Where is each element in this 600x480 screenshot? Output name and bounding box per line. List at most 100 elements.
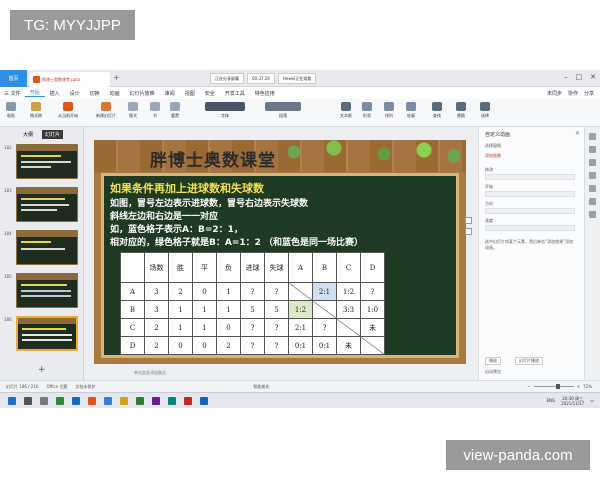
find-button[interactable]: 查找 bbox=[432, 102, 442, 119]
paragraph-group[interactable]: 段落 bbox=[265, 102, 301, 119]
clock[interactable]: 20:30 周三 2021/11/17 bbox=[561, 396, 584, 406]
protection-status[interactable]: 文档未保护 bbox=[75, 384, 95, 390]
tab-home[interactable]: 首页 bbox=[0, 70, 27, 87]
outline-button[interactable]: 轮廓 bbox=[406, 102, 416, 119]
slideshow-button[interactable]: 幻灯片播放 bbox=[515, 357, 543, 365]
side-tool-icon[interactable] bbox=[589, 185, 596, 192]
zoom-slider-handle[interactable] bbox=[555, 384, 560, 389]
replace-button[interactable]: 替换 bbox=[456, 102, 466, 119]
menu-item-transition[interactable]: 切换 bbox=[85, 90, 105, 97]
search-icon[interactable] bbox=[24, 396, 32, 405]
slide-thumbnail[interactable] bbox=[16, 144, 78, 179]
reset-button[interactable]: 重置 bbox=[170, 102, 180, 119]
maximize-icon[interactable]: □ bbox=[576, 73, 583, 81]
slide-text-line[interactable]: 如，蓝色格子表示A：B=2：1， bbox=[110, 222, 243, 235]
slide-text-line[interactable]: 斜线左边和右边是一一对应 bbox=[110, 209, 218, 222]
selection-pane-link[interactable]: 选择窗格 bbox=[485, 143, 501, 149]
menu-item-slideshow[interactable]: 幻灯片放映 bbox=[125, 90, 160, 97]
wps-icon[interactable] bbox=[88, 396, 96, 405]
textbox-button[interactable]: 文本框 bbox=[340, 102, 352, 119]
shape-button[interactable]: 形状 bbox=[362, 102, 372, 119]
table-header-cell: C bbox=[336, 252, 361, 283]
tab-outline[interactable]: 大纲 bbox=[20, 130, 36, 139]
play-animation-button[interactable]: 播放 bbox=[485, 357, 501, 365]
direction-field[interactable] bbox=[485, 208, 575, 214]
modify-field[interactable] bbox=[485, 174, 575, 180]
browser-icon[interactable] bbox=[72, 396, 80, 405]
close-panel-icon[interactable]: ✕ bbox=[575, 130, 580, 137]
table-header-cell: D bbox=[360, 252, 385, 283]
app-icon[interactable] bbox=[136, 396, 144, 405]
meeting-app-icon[interactable] bbox=[200, 396, 208, 405]
font-group[interactable]: 字体 bbox=[205, 102, 245, 119]
side-tool-icon[interactable] bbox=[589, 146, 596, 153]
app-icon[interactable] bbox=[184, 396, 192, 405]
arrange-button[interactable]: 排列 bbox=[384, 102, 394, 119]
scroll-down-icon[interactable] bbox=[465, 228, 472, 235]
menu-item-insert[interactable]: 插入 bbox=[45, 90, 65, 97]
section-button[interactable]: 节 bbox=[150, 102, 160, 119]
app-icon[interactable] bbox=[56, 396, 64, 405]
menu-item-animation[interactable]: 动画 bbox=[105, 90, 125, 97]
share-button[interactable]: 分享 bbox=[584, 90, 594, 97]
start-field[interactable] bbox=[485, 191, 575, 197]
slide-thumbnail[interactable] bbox=[16, 187, 78, 222]
menu-item-view[interactable]: 视图 bbox=[180, 90, 200, 97]
menu-file[interactable]: 三 文件 bbox=[0, 89, 25, 97]
tab-document[interactable]: 胖博士奥数课堂.pptx bbox=[30, 72, 110, 87]
collaborate-button[interactable]: 协作 bbox=[568, 90, 578, 97]
menu-item-devtools[interactable]: 开发工具 bbox=[220, 90, 250, 97]
task-view-icon[interactable] bbox=[40, 396, 48, 405]
app-icon[interactable] bbox=[152, 396, 160, 405]
slide-text-line[interactable]: 如图，冒号左边表示进球数，冒号右边表示失球数 bbox=[110, 196, 308, 209]
slide-title[interactable]: 胖博士奥数课堂 bbox=[150, 146, 276, 171]
meeting-status[interactable]: 正在分享屏幕 bbox=[210, 73, 244, 84]
app-icon[interactable] bbox=[168, 396, 176, 405]
select-button[interactable]: 选择 bbox=[480, 102, 490, 119]
side-tool-icon[interactable] bbox=[589, 159, 596, 166]
speed-field[interactable] bbox=[485, 225, 575, 231]
side-tool-icon[interactable] bbox=[589, 172, 596, 179]
add-effect-button[interactable]: 添加效果 bbox=[485, 153, 501, 159]
play-from-current-button[interactable]: 从当前开始 bbox=[58, 102, 78, 119]
slide-text-line[interactable]: 相对应的，绿色格子就是B：A=1：2 （和蓝色是同一场比赛） bbox=[110, 235, 363, 248]
side-tool-icon[interactable] bbox=[589, 198, 596, 205]
start-menu-icon[interactable] bbox=[8, 396, 16, 405]
menu-item-features[interactable]: 特色应用 bbox=[250, 90, 280, 97]
zoom-in-icon[interactable]: + bbox=[577, 384, 580, 389]
menu-item-design[interactable]: 设计 bbox=[65, 90, 85, 97]
zoom-slider[interactable] bbox=[533, 384, 574, 389]
close-icon[interactable]: ✕ bbox=[590, 73, 596, 81]
slide-thumbnail[interactable] bbox=[16, 230, 78, 265]
side-tool-icon[interactable] bbox=[589, 211, 596, 218]
notes-pane[interactable]: 单击此处添加备注 bbox=[84, 370, 478, 380]
score-table[interactable]: 场数 胜 平 负 进球 失球 A B C D A 3 2 0 1 ? ? 2:1… bbox=[120, 252, 385, 355]
folder-icon[interactable] bbox=[120, 396, 128, 405]
menu-item-security[interactable]: 安全 bbox=[200, 90, 220, 97]
zoom-out-icon[interactable]: − bbox=[527, 384, 530, 389]
notification-icon[interactable]: ▭ bbox=[590, 398, 594, 403]
sync-status[interactable]: 未同步 bbox=[547, 90, 562, 97]
tab-slides[interactable]: 幻灯片 bbox=[42, 129, 64, 139]
tab-document-label: 胖博士奥数课堂.pptx bbox=[42, 76, 81, 82]
menu-item-review[interactable]: 审阅 bbox=[160, 90, 180, 97]
scroll-up-icon[interactable] bbox=[465, 217, 472, 224]
textbox-icon bbox=[341, 102, 351, 111]
layout-button[interactable]: 版式 bbox=[128, 102, 138, 119]
slide-heading[interactable]: 如果条件再加上进球数和失球数 bbox=[110, 180, 264, 196]
new-slide-button[interactable]: 新建幻灯片 bbox=[96, 102, 116, 119]
slide-thumbnail-selected[interactable] bbox=[16, 316, 78, 351]
minimize-icon[interactable]: – bbox=[564, 73, 568, 81]
language-indicator[interactable]: ENG bbox=[547, 398, 556, 403]
new-tab-icon[interactable]: + bbox=[113, 73, 120, 82]
side-tool-icon[interactable] bbox=[589, 133, 596, 140]
menu-item-home[interactable]: 开始 bbox=[24, 89, 45, 97]
paste-button[interactable]: 粘贴 bbox=[6, 102, 16, 119]
app-icon[interactable] bbox=[104, 396, 112, 405]
auto-preview-checkbox[interactable]: 自动预览 bbox=[485, 369, 501, 375]
format-painter-button[interactable]: 格式刷 bbox=[30, 102, 42, 119]
add-slide-icon[interactable]: + bbox=[38, 365, 46, 375]
slide-thumbnail[interactable] bbox=[16, 273, 78, 308]
smart-beautify-button[interactable]: 智能美化 bbox=[253, 384, 269, 390]
slide-canvas[interactable]: 胖博士奥数课堂 如果条件再加上进球数和失球数 如图，冒号左边表示进球数，冒号右边… bbox=[94, 140, 466, 364]
